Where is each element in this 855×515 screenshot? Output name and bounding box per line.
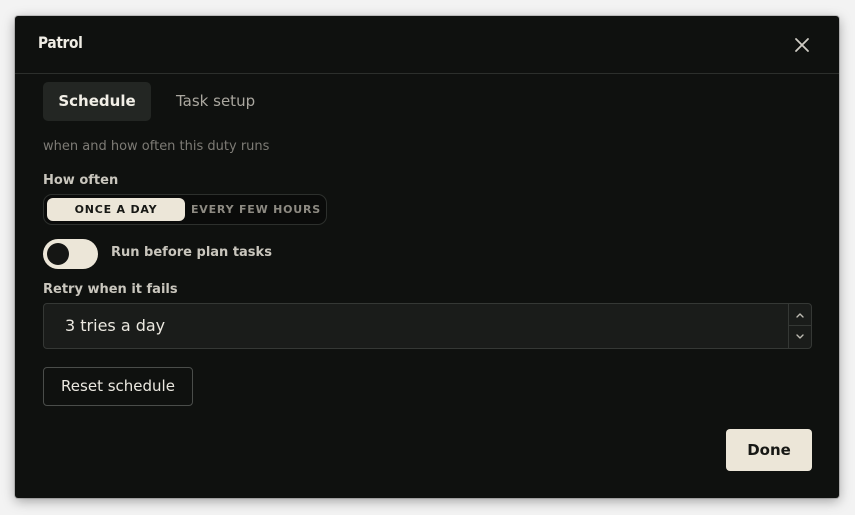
patrol-dialog: Patrol Schedule Task setup when and how … bbox=[15, 16, 839, 498]
dialog-title: Patrol bbox=[38, 33, 83, 52]
header-divider bbox=[15, 73, 839, 74]
close-button[interactable] bbox=[791, 34, 813, 56]
run-before-plan-tasks-label: Run before plan tasks bbox=[111, 245, 272, 260]
how-often-label: How often bbox=[43, 173, 119, 188]
increment-button[interactable] bbox=[789, 304, 811, 326]
reset-schedule-button[interactable]: Reset schedule bbox=[43, 367, 193, 406]
chevron-down-icon bbox=[796, 334, 804, 339]
retry-value[interactable]: 3 tries a day bbox=[65, 304, 165, 348]
run-before-plan-tasks-toggle[interactable] bbox=[43, 239, 98, 269]
done-button[interactable]: Done bbox=[726, 429, 812, 471]
tab-schedule[interactable]: Schedule bbox=[43, 82, 151, 121]
retry-number-field[interactable]: 3 tries a day bbox=[43, 303, 812, 349]
how-often-segmented-control: ONCE A DAY EVERY FEW HOURS bbox=[43, 194, 327, 225]
retry-stepper bbox=[788, 304, 811, 348]
toggle-knob bbox=[47, 243, 69, 265]
close-icon bbox=[795, 38, 809, 52]
decrement-button[interactable] bbox=[789, 326, 811, 348]
chevron-up-icon bbox=[796, 313, 804, 318]
tab-task-setup[interactable]: Task setup bbox=[176, 82, 255, 121]
retry-label: Retry when it fails bbox=[43, 282, 178, 297]
option-every-few-hours[interactable]: EVERY FEW HOURS bbox=[189, 198, 323, 221]
section-description: when and how often this duty runs bbox=[43, 139, 270, 154]
option-once-a-day[interactable]: ONCE A DAY bbox=[47, 198, 185, 221]
